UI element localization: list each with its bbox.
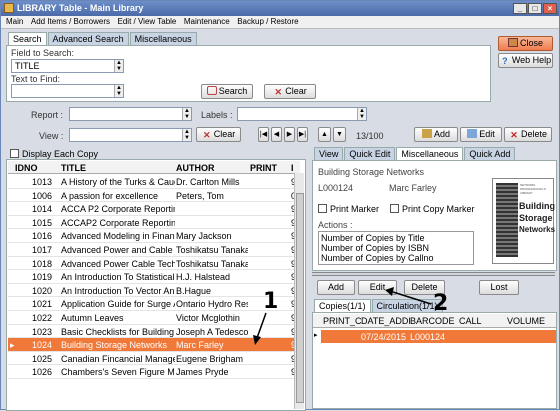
callout-2: 2 <box>433 291 449 316</box>
callout-1-line <box>256 312 267 339</box>
annotation-overlay <box>253 287 432 345</box>
callout-2-arrowhead <box>385 287 394 296</box>
callout-2-line <box>392 291 432 305</box>
callout-1-arrowhead <box>253 335 261 345</box>
callout-1: 1 <box>263 289 279 314</box>
main-window: LIBRARY Table - Main Library _ □ × Main … <box>0 0 560 411</box>
